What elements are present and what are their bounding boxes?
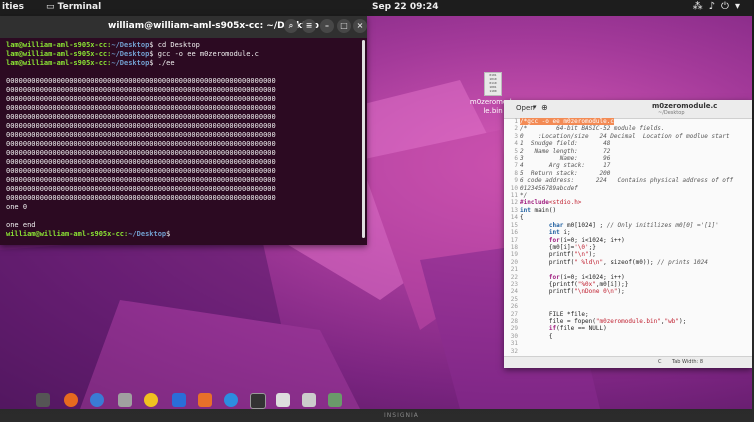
terminal-icon[interactable] xyxy=(250,393,266,409)
terminal-output-line: 0000000000000000000000000000000000000000… xyxy=(6,113,276,121)
text-editor-icon[interactable] xyxy=(276,393,290,407)
terminal-output-line: 0000000000000000000000000000000000000000… xyxy=(6,167,276,175)
text-editor-window[interactable]: Open ▾ ⊕ m0zeromodule.c ~/Desktop 1 2 3 … xyxy=(504,100,752,368)
terminal-scrollbar[interactable] xyxy=(362,40,365,238)
maximize-icon[interactable]: □ xyxy=(337,19,351,33)
search-icon[interactable]: ⌕ xyxy=(284,19,298,33)
minimize-icon[interactable]: – xyxy=(320,19,334,33)
terminal-prompt-line: william@william-aml-s905x-cc:~/Desktop$ xyxy=(6,230,175,238)
rhythmbox-icon[interactable] xyxy=(144,393,158,407)
source-code[interactable]: /*gcc -o ee m0zeromodule.c /* 64-bit BAS… xyxy=(520,118,733,340)
thunderbird-icon[interactable] xyxy=(90,393,104,407)
network-icon: ⁂ xyxy=(692,1,709,12)
terminal-output-line: one end xyxy=(6,221,36,229)
terminal-output-line: 0000000000000000000000000000000000000000… xyxy=(6,176,276,184)
close-icon[interactable]: × xyxy=(353,19,367,33)
desktop: ities ▭ Terminal Sep 22 09:24 ⁂♪⏻▾ willi… xyxy=(0,0,752,409)
hamburger-menu-icon[interactable]: ≡ xyxy=(302,19,316,33)
software-icon[interactable] xyxy=(198,393,212,407)
chevron-down-icon[interactable]: ▾ xyxy=(533,103,537,111)
power-icon: ⏻ xyxy=(721,1,735,12)
terminal-titlebar[interactable]: william@william-aml-s905x-cc: ~/Desktop … xyxy=(0,16,367,38)
editor-text-area[interactable]: 1 2 3 4 5 6 7 8 9 10 11 12 13 14 15 16 1… xyxy=(504,118,752,356)
editor-headerbar[interactable]: Open ▾ ⊕ m0zeromodule.c ~/Desktop xyxy=(504,100,752,119)
terminal-output-line: 0000000000000000000000000000000000000000… xyxy=(6,185,276,193)
top-bar: ities ▭ Terminal Sep 22 09:24 ⁂♪⏻▾ xyxy=(0,0,752,16)
help-icon[interactable] xyxy=(224,393,238,407)
monitor-frame: ities ▭ Terminal Sep 22 09:24 ⁂♪⏻▾ willi… xyxy=(0,0,754,422)
file-icon[interactable] xyxy=(302,393,316,407)
menu-icon: ▾ xyxy=(734,1,746,12)
terminal-output-line: 0000000000000000000000000000000000000000… xyxy=(6,122,276,130)
monitor-brand: INSIGNIA xyxy=(384,412,419,419)
terminal-output-line: 0000000000000000000000000000000000000000… xyxy=(6,86,276,94)
binary-file-icon: 0101 1010 0110 1001 1100 xyxy=(484,72,502,96)
editor-title: m0zeromodule.c xyxy=(652,102,718,110)
firefox-icon[interactable] xyxy=(64,393,78,407)
files-icon[interactable] xyxy=(118,393,132,407)
tab-width-selector[interactable]: Tab Width: 8 xyxy=(672,359,703,365)
volume-icon: ♪ xyxy=(708,1,722,12)
open-button[interactable]: Open xyxy=(516,104,535,112)
terminal-window[interactable]: william@william-aml-s905x-cc: ~/Desktop … xyxy=(0,16,367,245)
dock xyxy=(30,390,352,409)
clock[interactable]: Sep 22 09:24 xyxy=(372,2,438,12)
terminal-output-line: 0000000000000000000000000000000000000000… xyxy=(6,140,276,148)
trash-icon[interactable] xyxy=(328,393,342,407)
new-document-icon[interactable]: ⊕ xyxy=(541,103,548,112)
terminal-output[interactable]: lam@william-aml-s905x-cc:~/Desktop$ cd D… xyxy=(6,41,358,241)
terminal-app-icon: ▭ xyxy=(46,2,58,12)
terminal-output-line: 0000000000000000000000000000000000000000… xyxy=(6,194,276,202)
line-numbers: 1 2 3 4 5 6 7 8 9 10 11 12 13 14 15 16 1… xyxy=(510,118,518,355)
language-selector[interactable]: C xyxy=(658,359,662,365)
terminal-output-line: 0000000000000000000000000000000000000000… xyxy=(6,131,276,139)
terminal-prompt-line: lam@william-aml-s905x-cc:~/Desktop$ cd D… xyxy=(6,41,200,49)
system-tray[interactable]: ⁂♪⏻▾ xyxy=(693,1,746,12)
terminal-output-line: 0000000000000000000000000000000000000000… xyxy=(6,158,276,166)
activities-button[interactable]: ities xyxy=(2,2,24,12)
terminal-prompt-line: lam@william-aml-s905x-cc:~/Desktop$ gcc … xyxy=(6,50,259,58)
terminal-output-line: 0000000000000000000000000000000000000000… xyxy=(6,104,276,112)
writer-icon[interactable] xyxy=(172,393,186,407)
terminal-output-line: one 0 xyxy=(6,203,28,211)
editor-statusbar: C Tab Width: 8 xyxy=(504,356,752,368)
editor-subtitle: ~/Desktop xyxy=(658,110,685,116)
app-menu[interactable]: ▭ Terminal xyxy=(46,2,101,12)
terminal-output-line: 0000000000000000000000000000000000000000… xyxy=(6,95,276,103)
apps-grid-icon[interactable] xyxy=(36,393,50,407)
app-name: Terminal xyxy=(57,2,102,12)
terminal-output-line: 0000000000000000000000000000000000000000… xyxy=(6,149,276,157)
terminal-output-line: 0000000000000000000000000000000000000000… xyxy=(6,77,276,85)
terminal-prompt-line: lam@william-aml-s905x-cc:~/Desktop$ ./ee xyxy=(6,59,175,67)
